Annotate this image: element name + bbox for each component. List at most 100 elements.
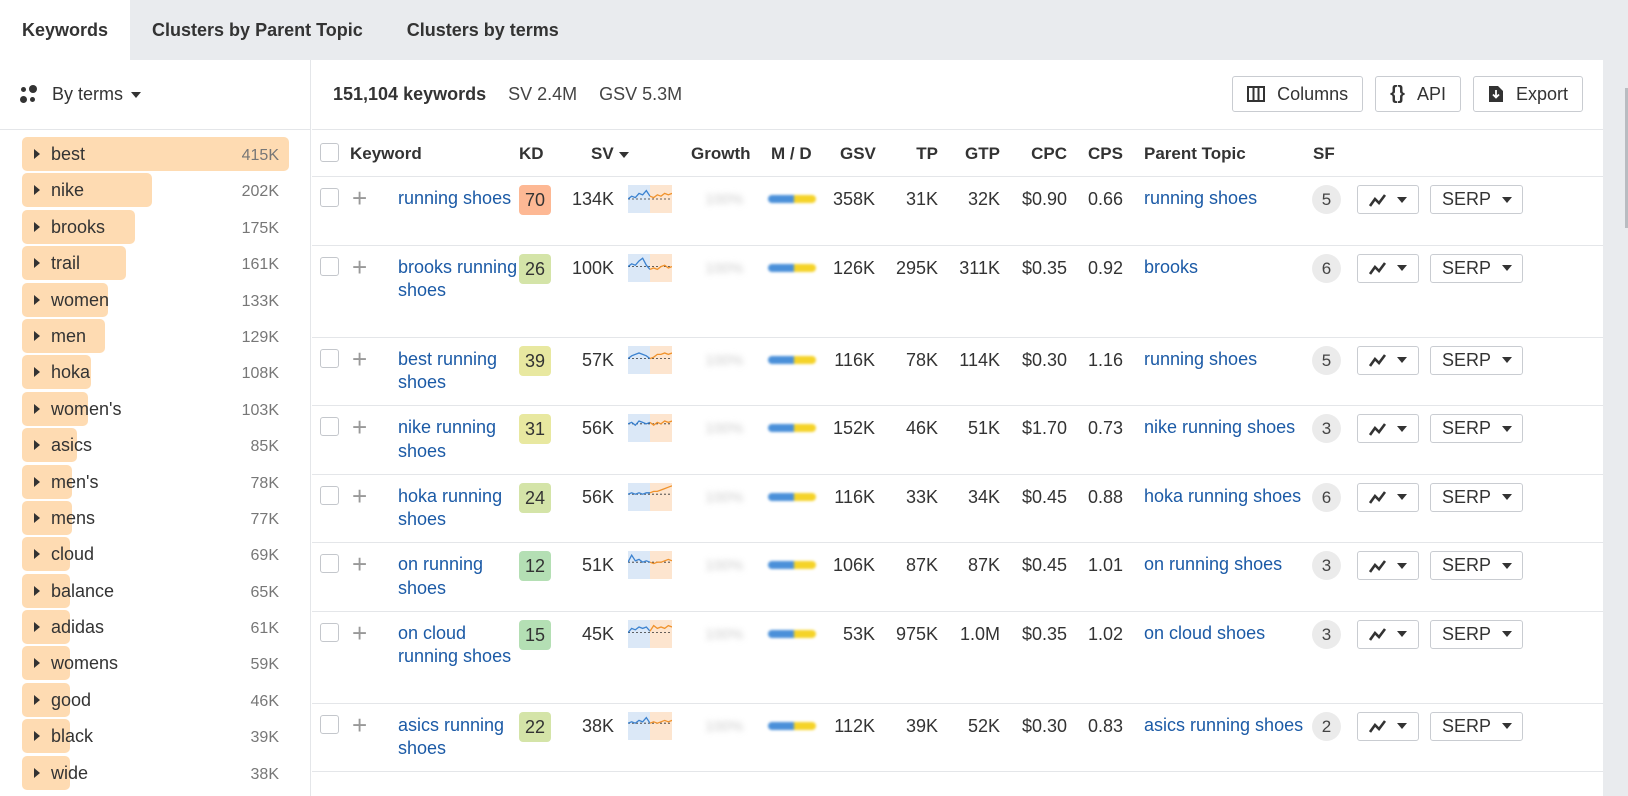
expand-triangle-icon[interactable]: [34, 585, 40, 596]
expand-triangle-icon[interactable]: [34, 549, 40, 560]
keyword-link[interactable]: nike running shoes: [398, 416, 523, 463]
header-sf[interactable]: SF: [1313, 144, 1335, 164]
parent-topic-link[interactable]: running shoes: [1144, 348, 1304, 372]
expand-triangle-icon[interactable]: [34, 731, 40, 742]
tab-clusters-by-parent-topic[interactable]: Clusters by Parent Topic: [130, 0, 385, 60]
serp-dropdown-button[interactable]: SERP: [1430, 711, 1523, 741]
serp-dropdown-button[interactable]: SERP: [1430, 551, 1523, 580]
trend-dropdown-button[interactable]: [1357, 345, 1419, 375]
row-checkbox[interactable]: [320, 256, 339, 276]
expand-triangle-icon[interactable]: [34, 622, 40, 633]
term-item[interactable]: mens 77K: [22, 500, 289, 536]
grouping-dropdown[interactable]: By terms: [0, 60, 310, 130]
expand-triangle-icon[interactable]: [34, 330, 40, 341]
header-cps[interactable]: CPS: [1082, 144, 1123, 164]
serp-dropdown-button[interactable]: SERP: [1430, 345, 1523, 375]
select-all-checkbox[interactable]: [320, 143, 339, 162]
parent-topic-link[interactable]: on cloud shoes: [1144, 622, 1304, 646]
expand-triangle-icon[interactable]: [34, 367, 40, 378]
term-item[interactable]: best 415K: [22, 136, 289, 172]
expand-triangle-icon[interactable]: [34, 185, 40, 196]
export-button[interactable]: Export: [1472, 76, 1583, 112]
parent-topic-link[interactable]: running shoes: [1144, 187, 1304, 211]
trend-dropdown-button[interactable]: [1357, 253, 1419, 283]
term-item[interactable]: cloud 69K: [22, 536, 289, 572]
expand-triangle-icon[interactable]: [34, 403, 40, 414]
keyword-link[interactable]: best running shoes: [398, 348, 523, 395]
expand-triangle-icon[interactable]: [34, 658, 40, 669]
serp-dropdown-button[interactable]: SERP: [1430, 185, 1523, 214]
api-button[interactable]: {} API: [1375, 76, 1461, 112]
header-gsv[interactable]: GSV: [840, 144, 876, 164]
term-item[interactable]: wide 38K: [22, 755, 289, 791]
header-sv[interactable]: SV: [591, 144, 629, 164]
header-md[interactable]: M / D: [771, 144, 812, 164]
trend-dropdown-button[interactable]: [1357, 185, 1419, 214]
trend-dropdown-button[interactable]: [1357, 482, 1419, 512]
row-checkbox[interactable]: [320, 622, 339, 642]
expand-triangle-icon[interactable]: [34, 512, 40, 523]
serp-features-count[interactable]: 6: [1312, 482, 1341, 512]
add-to-list-icon[interactable]: +: [352, 185, 367, 211]
parent-topic-link[interactable]: on running shoes: [1144, 553, 1304, 577]
row-checkbox[interactable]: [320, 714, 339, 734]
term-item[interactable]: asics 85K: [22, 427, 289, 463]
term-item[interactable]: brooks 175K: [22, 209, 289, 245]
add-to-list-icon[interactable]: +: [352, 254, 367, 280]
keyword-link[interactable]: on running shoes: [398, 553, 523, 600]
serp-dropdown-button[interactable]: SERP: [1430, 253, 1523, 283]
term-item[interactable]: balance 65K: [22, 573, 289, 609]
add-to-list-icon[interactable]: +: [352, 551, 367, 577]
tab-keywords[interactable]: Keywords: [0, 0, 131, 60]
serp-dropdown-button[interactable]: SERP: [1430, 482, 1523, 512]
term-item[interactable]: trail 161K: [22, 245, 289, 281]
expand-triangle-icon[interactable]: [34, 258, 40, 269]
add-to-list-icon[interactable]: +: [352, 414, 367, 440]
serp-features-count[interactable]: 3: [1312, 414, 1341, 443]
row-checkbox[interactable]: [320, 485, 339, 505]
term-item[interactable]: women's 103K: [22, 391, 289, 427]
keyword-link[interactable]: on cloud running shoes: [398, 622, 523, 669]
serp-dropdown-button[interactable]: SERP: [1430, 619, 1523, 649]
keyword-link[interactable]: hoka running shoes: [398, 485, 523, 532]
expand-triangle-icon[interactable]: [34, 294, 40, 305]
trend-dropdown-button[interactable]: [1357, 619, 1419, 649]
term-item[interactable]: womens 59K: [22, 645, 289, 681]
serp-features-count[interactable]: 6: [1312, 253, 1341, 283]
keyword-link[interactable]: asics running shoes: [398, 714, 523, 761]
keyword-link[interactable]: brooks running shoes: [398, 256, 523, 303]
header-kd[interactable]: KD: [519, 144, 544, 164]
header-cpc[interactable]: CPC: [1022, 144, 1067, 164]
expand-triangle-icon[interactable]: [34, 694, 40, 705]
serp-dropdown-button[interactable]: SERP: [1430, 414, 1523, 443]
term-item[interactable]: women 133K: [22, 282, 289, 318]
header-growth[interactable]: Growth: [691, 144, 751, 164]
header-gtp[interactable]: GTP: [960, 144, 1000, 164]
row-checkbox[interactable]: [320, 554, 339, 573]
term-item[interactable]: adidas 61K: [22, 609, 289, 645]
add-to-list-icon[interactable]: +: [352, 346, 367, 372]
term-item[interactable]: men's 78K: [22, 464, 289, 500]
expand-triangle-icon[interactable]: [34, 221, 40, 232]
tab-clusters-by-terms[interactable]: Clusters by terms: [385, 0, 581, 60]
expand-triangle-icon[interactable]: [34, 767, 40, 778]
row-checkbox[interactable]: [320, 417, 339, 436]
parent-topic-link[interactable]: brooks: [1144, 256, 1304, 280]
parent-topic-link[interactable]: asics running shoes: [1144, 714, 1304, 738]
term-item[interactable]: black 39K: [22, 718, 289, 754]
expand-triangle-icon[interactable]: [34, 476, 40, 487]
expand-triangle-icon[interactable]: [34, 440, 40, 451]
row-checkbox[interactable]: [320, 348, 339, 368]
header-parent-topic[interactable]: Parent Topic: [1144, 144, 1246, 164]
serp-features-count[interactable]: 2: [1312, 711, 1341, 741]
add-to-list-icon[interactable]: +: [352, 483, 367, 509]
term-item[interactable]: good 46K: [22, 682, 289, 718]
term-item[interactable]: nike 202K: [22, 172, 289, 208]
serp-features-count[interactable]: 5: [1312, 185, 1341, 214]
columns-button[interactable]: Columns: [1232, 76, 1364, 112]
expand-triangle-icon[interactable]: [34, 149, 40, 159]
trend-dropdown-button[interactable]: [1357, 414, 1419, 443]
row-checkbox[interactable]: [320, 188, 339, 207]
term-item[interactable]: men 129K: [22, 318, 289, 354]
serp-features-count[interactable]: 3: [1312, 619, 1341, 649]
